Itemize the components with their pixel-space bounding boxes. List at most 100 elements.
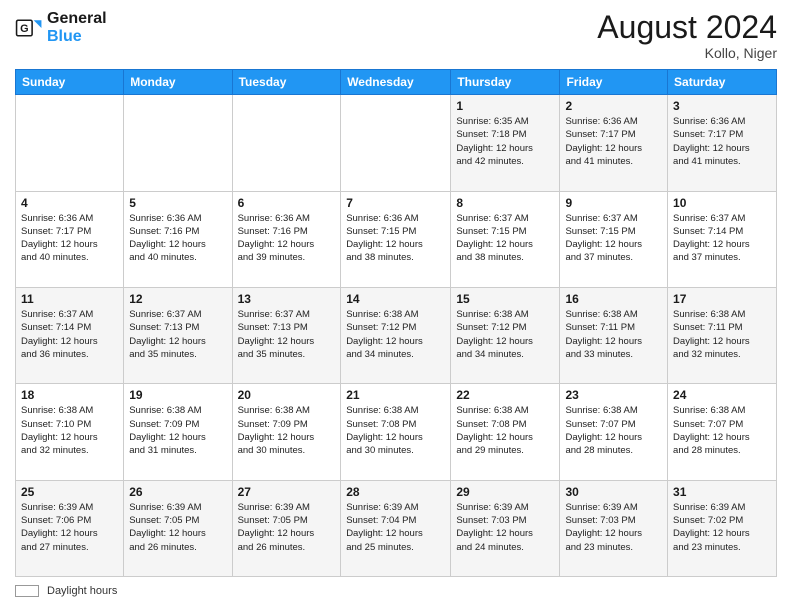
- day-number: 1: [456, 99, 554, 113]
- calendar-week-row: 25 Sunrise: 6:39 AM Sunset: 7:06 PM Dayli…: [16, 480, 777, 576]
- day-detail: Sunrise: 6:36 AM Sunset: 7:17 PM Dayligh…: [673, 115, 771, 168]
- calendar-cell: 9Sunrise: 6:37 AM Sunset: 7:15 PM Daylig…: [560, 191, 668, 287]
- calendar-cell: 2 Sunrise: 6:36 AM Sunset: 7:17 PM Daylig…: [560, 95, 668, 191]
- day-number: 10: [673, 196, 771, 210]
- day-number: 17: [673, 292, 771, 306]
- day-number: 12: [129, 292, 226, 306]
- day-detail: Sunrise: 6:39 AM Sunset: 7:06 PM Dayligh…: [21, 501, 118, 554]
- day-number: 29: [456, 485, 554, 499]
- calendar-cell: 22 Sunrise: 6:38 AM Sunset: 7:08 PM Dayli…: [451, 384, 560, 480]
- day-detail: Sunrise: 6:37 AM Sunset: 7:14 PM Dayligh…: [673, 212, 771, 265]
- weekday-header: Thursday: [451, 70, 560, 95]
- calendar-cell: 4 Sunrise: 6:36 AM Sunset: 7:17 PM Daylig…: [16, 191, 124, 287]
- day-number: 21: [346, 388, 445, 402]
- day-detail: Sunrise: 6:39 AM Sunset: 7:05 PM Dayligh…: [238, 501, 336, 554]
- footer: Daylight hours: [15, 585, 777, 597]
- day-number: 25: [21, 485, 118, 499]
- day-number: 20: [238, 388, 336, 402]
- day-number: 26: [129, 485, 226, 499]
- day-detail: Sunrise: 6:38 AM Sunset: 7:11 PM Dayligh…: [673, 308, 771, 361]
- calendar-cell: 1 Sunrise: 6:35 AM Sunset: 7:18 PM Daylig…: [451, 95, 560, 191]
- day-detail: Sunrise: 6:39 AM Sunset: 7:05 PM Dayligh…: [129, 501, 226, 554]
- header: G General Blue August 2024 Kollo, Niger: [15, 10, 777, 61]
- day-detail: Sunrise: 6:37 AM Sunset: 7:15 PM Dayligh…: [456, 212, 554, 265]
- day-detail: Sunrise: 6:39 AM Sunset: 7:03 PM Dayligh…: [456, 501, 554, 554]
- day-detail: Sunrise: 6:39 AM Sunset: 7:02 PM Dayligh…: [673, 501, 771, 554]
- day-detail: Sunrise: 6:38 AM Sunset: 7:08 PM Dayligh…: [456, 404, 554, 457]
- calendar-cell: 26 Sunrise: 6:39 AM Sunset: 7:05 PM Dayli…: [124, 480, 232, 576]
- day-detail: Sunrise: 6:35 AM Sunset: 7:18 PM Dayligh…: [456, 115, 554, 168]
- day-detail: Sunrise: 6:36 AM Sunset: 7:17 PM Dayligh…: [565, 115, 662, 168]
- calendar-cell: 27Sunrise: 6:39 AM Sunset: 7:05 PM Dayli…: [232, 480, 341, 576]
- calendar-cell: 12Sunrise: 6:37 AM Sunset: 7:13 PM Dayli…: [124, 287, 232, 383]
- calendar-table: SundayMondayTuesdayWednesdayThursdayFrid…: [15, 69, 777, 577]
- calendar-cell: 21 Sunrise: 6:38 AM Sunset: 7:08 PM Dayli…: [341, 384, 451, 480]
- day-detail: Sunrise: 6:38 AM Sunset: 7:08 PM Dayligh…: [346, 404, 445, 457]
- day-number: 16: [565, 292, 662, 306]
- day-number: 11: [21, 292, 118, 306]
- calendar-cell: 3 Sunrise: 6:36 AM Sunset: 7:17 PM Daylig…: [668, 95, 777, 191]
- weekday-header: Wednesday: [341, 70, 451, 95]
- day-detail: Sunrise: 6:39 AM Sunset: 7:04 PM Dayligh…: [346, 501, 445, 554]
- calendar-cell: 25 Sunrise: 6:39 AM Sunset: 7:06 PM Dayli…: [16, 480, 124, 576]
- calendar-cell: 30Sunrise: 6:39 AM Sunset: 7:03 PM Dayli…: [560, 480, 668, 576]
- day-detail: Sunrise: 6:36 AM Sunset: 7:17 PM Dayligh…: [21, 212, 118, 265]
- weekday-header: Saturday: [668, 70, 777, 95]
- day-detail: Sunrise: 6:38 AM Sunset: 7:07 PM Dayligh…: [673, 404, 771, 457]
- legend-label: Daylight hours: [47, 585, 117, 597]
- legend-box: [15, 585, 39, 597]
- day-detail: Sunrise: 6:37 AM Sunset: 7:15 PM Dayligh…: [565, 212, 662, 265]
- weekday-header-row: SundayMondayTuesdayWednesdayThursdayFrid…: [16, 70, 777, 95]
- calendar-cell: 19 Sunrise: 6:38 AM Sunset: 7:09 PM Dayli…: [124, 384, 232, 480]
- calendar-cell: 5Sunrise: 6:36 AM Sunset: 7:16 PM Daylig…: [124, 191, 232, 287]
- day-number: 2: [565, 99, 662, 113]
- day-number: 4: [21, 196, 118, 210]
- calendar-cell: 7Sunrise: 6:36 AM Sunset: 7:15 PM Daylig…: [341, 191, 451, 287]
- day-number: 8: [456, 196, 554, 210]
- day-number: 3: [673, 99, 771, 113]
- calendar-cell: 16Sunrise: 6:38 AM Sunset: 7:11 PM Dayli…: [560, 287, 668, 383]
- day-detail: Sunrise: 6:39 AM Sunset: 7:03 PM Dayligh…: [565, 501, 662, 554]
- day-detail: Sunrise: 6:38 AM Sunset: 7:09 PM Dayligh…: [238, 404, 336, 457]
- calendar-page: G General Blue August 2024 Kollo, Niger …: [0, 0, 792, 612]
- svg-text:G: G: [20, 22, 28, 34]
- day-number: 19: [129, 388, 226, 402]
- logo-text: General Blue: [47, 10, 107, 45]
- calendar-cell: [124, 95, 232, 191]
- weekday-header: Sunday: [16, 70, 124, 95]
- day-detail: Sunrise: 6:38 AM Sunset: 7:12 PM Dayligh…: [456, 308, 554, 361]
- calendar-cell: [232, 95, 341, 191]
- day-number: 22: [456, 388, 554, 402]
- day-detail: Sunrise: 6:38 AM Sunset: 7:10 PM Dayligh…: [21, 404, 118, 457]
- calendar-cell: 14Sunrise: 6:38 AM Sunset: 7:12 PM Dayli…: [341, 287, 451, 383]
- location: Kollo, Niger: [597, 45, 777, 61]
- day-detail: Sunrise: 6:36 AM Sunset: 7:16 PM Dayligh…: [238, 212, 336, 265]
- calendar-cell: 29 Sunrise: 6:39 AM Sunset: 7:03 PM Dayli…: [451, 480, 560, 576]
- calendar-cell: [16, 95, 124, 191]
- title-block: August 2024 Kollo, Niger: [597, 10, 777, 61]
- day-number: 7: [346, 196, 445, 210]
- calendar-week-row: 4 Sunrise: 6:36 AM Sunset: 7:17 PM Daylig…: [16, 191, 777, 287]
- logo: G General Blue: [15, 10, 107, 45]
- calendar-cell: 10 Sunrise: 6:37 AM Sunset: 7:14 PM Dayli…: [668, 191, 777, 287]
- calendar-cell: 18 Sunrise: 6:38 AM Sunset: 7:10 PM Dayli…: [16, 384, 124, 480]
- day-detail: Sunrise: 6:37 AM Sunset: 7:14 PM Dayligh…: [21, 308, 118, 361]
- calendar-cell: 8 Sunrise: 6:37 AM Sunset: 7:15 PM Daylig…: [451, 191, 560, 287]
- calendar-cell: 23Sunrise: 6:38 AM Sunset: 7:07 PM Dayli…: [560, 384, 668, 480]
- calendar-cell: 15Sunrise: 6:38 AM Sunset: 7:12 PM Dayli…: [451, 287, 560, 383]
- day-detail: Sunrise: 6:38 AM Sunset: 7:07 PM Dayligh…: [565, 404, 662, 457]
- day-number: 14: [346, 292, 445, 306]
- calendar-cell: 31Sunrise: 6:39 AM Sunset: 7:02 PM Dayli…: [668, 480, 777, 576]
- weekday-header: Friday: [560, 70, 668, 95]
- calendar-cell: 24Sunrise: 6:38 AM Sunset: 7:07 PM Dayli…: [668, 384, 777, 480]
- day-number: 6: [238, 196, 336, 210]
- calendar-cell: 11 Sunrise: 6:37 AM Sunset: 7:14 PM Dayli…: [16, 287, 124, 383]
- day-detail: Sunrise: 6:36 AM Sunset: 7:16 PM Dayligh…: [129, 212, 226, 265]
- calendar-week-row: 11 Sunrise: 6:37 AM Sunset: 7:14 PM Dayli…: [16, 287, 777, 383]
- day-detail: Sunrise: 6:37 AM Sunset: 7:13 PM Dayligh…: [238, 308, 336, 361]
- day-number: 13: [238, 292, 336, 306]
- calendar-cell: 6 Sunrise: 6:36 AM Sunset: 7:16 PM Daylig…: [232, 191, 341, 287]
- day-detail: Sunrise: 6:38 AM Sunset: 7:09 PM Dayligh…: [129, 404, 226, 457]
- calendar-cell: 13 Sunrise: 6:37 AM Sunset: 7:13 PM Dayli…: [232, 287, 341, 383]
- day-number: 18: [21, 388, 118, 402]
